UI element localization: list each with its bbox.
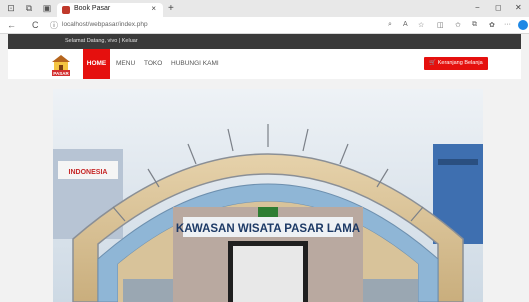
- profile-avatar-icon[interactable]: [518, 20, 528, 30]
- url-field[interactable]: localhost/webpasar/index.php: [62, 21, 148, 28]
- browser-tab-active[interactable]: Book Pasar ×: [57, 3, 163, 17]
- profile-menu-icon[interactable]: ⊡: [6, 3, 16, 13]
- nav-hubungi-kami[interactable]: HUBUNGI KAMI: [171, 49, 219, 79]
- cart-icon: 🛒: [429, 60, 437, 66]
- tab-actions-icon[interactable]: ▣: [42, 3, 52, 13]
- nav-menu[interactable]: MENU: [116, 49, 135, 79]
- nav-home[interactable]: HOME: [83, 49, 110, 79]
- window-close-button[interactable]: ✕: [515, 3, 522, 12]
- main-navbar: PASAR HOME MENU TOKO HUBUNGI KAMI 🛒 Kera…: [8, 49, 521, 79]
- site-info-icon[interactable]: ⓘ: [50, 20, 58, 31]
- window-minimize-button[interactable]: −: [475, 3, 480, 12]
- site-logo[interactable]: PASAR: [50, 53, 72, 77]
- tab-title: Book Pasar: [74, 5, 111, 12]
- more-options-icon[interactable]: ···: [504, 21, 511, 28]
- tab-close-icon[interactable]: ×: [151, 4, 156, 13]
- browser-address-bar: ← C ⓘ localhost/webpasar/index.php ⌕ A ☆…: [0, 17, 529, 34]
- hero-banner: INDONESIA KAWASAN WISATA PASAR LAMA: [53, 89, 483, 302]
- workspaces-icon[interactable]: ⧉: [24, 3, 34, 13]
- favorites-bar-icon[interactable]: ✩: [455, 21, 461, 29]
- site-favicon-icon: [62, 6, 70, 14]
- read-aloud-icon[interactable]: A: [403, 21, 408, 28]
- window-maximize-button[interactable]: ◻: [495, 3, 502, 12]
- search-icon[interactable]: ⌕: [388, 21, 392, 29]
- cart-button-label: Keranjang Belanja: [437, 60, 483, 66]
- new-tab-button[interactable]: +: [168, 3, 174, 14]
- back-button[interactable]: ←: [7, 20, 16, 30]
- hero-caption: KAWASAN WISATA PASAR LAMA: [176, 223, 360, 235]
- nav-toko[interactable]: TOKO: [144, 49, 162, 79]
- greeting-text[interactable]: Selamat Datang, vivo | Keluar: [65, 38, 138, 44]
- hero-shop-sign: INDONESIA: [69, 169, 108, 176]
- split-screen-icon[interactable]: ◫: [437, 21, 444, 29]
- browser-tab-bar: ⊡ ⧉ ▣ Book Pasar × + − ◻ ✕: [0, 0, 529, 17]
- collections-icon[interactable]: ⧉: [472, 21, 477, 29]
- extensions-icon[interactable]: ✿: [489, 21, 495, 29]
- top-strip: Selamat Datang, vivo | Keluar: [8, 34, 521, 49]
- logo-text: PASAR: [53, 71, 69, 76]
- favorite-icon[interactable]: ☆: [418, 21, 424, 29]
- hero-photo: INDONESIA KAWASAN WISATA PASAR LAMA: [53, 89, 483, 302]
- cart-button[interactable]: 🛒 Keranjang Belanja: [424, 57, 488, 70]
- reload-button[interactable]: C: [32, 20, 39, 30]
